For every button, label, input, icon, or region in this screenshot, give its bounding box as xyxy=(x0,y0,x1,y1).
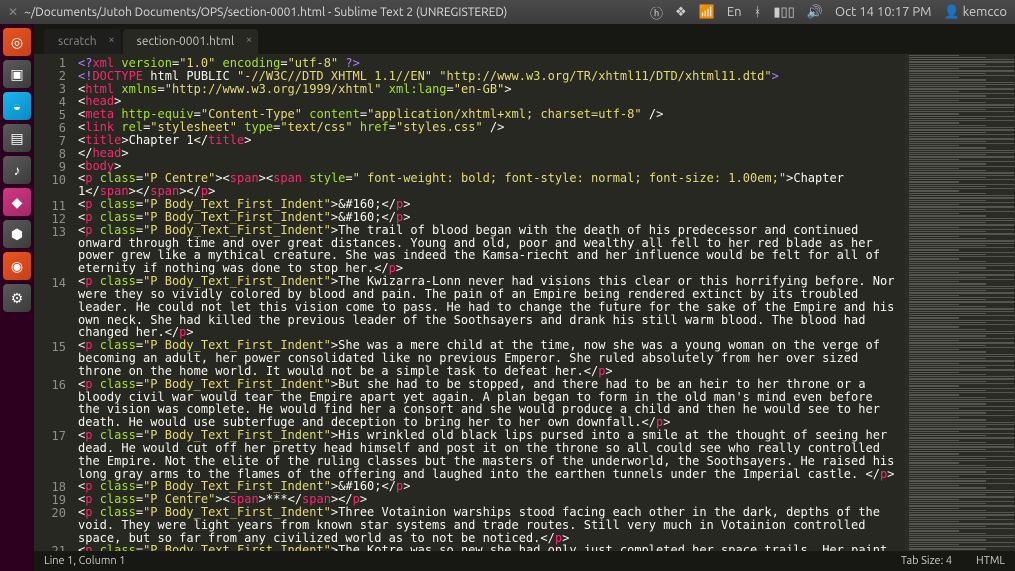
launcher-item-0[interactable]: ◎ xyxy=(3,28,31,56)
code-line-8[interactable]: </head> xyxy=(78,147,901,160)
code-line-10[interactable]: <p class="P Centre"><span><span style=" … xyxy=(78,172,901,198)
lang-indicator[interactable]: En xyxy=(727,5,742,19)
tab-bar: scratch×section-0001.html× xyxy=(34,24,1015,54)
minimap[interactable] xyxy=(905,54,1015,551)
code-line-14[interactable]: <p class="P Body_Text_First_Indent">The … xyxy=(78,275,901,339)
tab-section-0001-html[interactable]: section-0001.html× xyxy=(123,29,258,54)
battery-icon[interactable]: ▮▯▯ xyxy=(773,5,794,20)
launcher-item-7[interactable]: ◉ xyxy=(3,252,31,280)
close-icon[interactable]: × xyxy=(108,34,114,46)
code-line-7[interactable]: <title>Chapter 1</title> xyxy=(78,134,901,147)
window-title: ~/Documents/Jutoh Documents/OPS/section-… xyxy=(24,6,507,19)
code-line-3[interactable]: <html xmlns="http://www.w3.org/1999/xhtm… xyxy=(78,83,901,96)
status-bar: Line 1, Column 1 Tab Size: 4 HTML xyxy=(34,551,1015,571)
code-line-16[interactable]: <p class="P Body_Text_First_Indent">But … xyxy=(78,378,901,429)
wifi-icon[interactable]: 📶 xyxy=(699,5,715,20)
bluetooth-icon[interactable]: ᚼ xyxy=(754,5,762,19)
status-language[interactable]: HTML xyxy=(976,555,1005,567)
user-menu[interactable]: 👤 kemcco xyxy=(943,5,1007,20)
code-line-13[interactable]: <p class="P Body_Text_First_Indent">The … xyxy=(78,224,901,275)
line-number-gutter: 12345678910111213141516171819202122 xyxy=(34,54,74,551)
launcher-item-4[interactable]: ♪ xyxy=(3,156,31,184)
dropbox-icon[interactable]: ❖ xyxy=(675,5,687,20)
close-icon[interactable]: × xyxy=(246,34,252,46)
launcher-item-5[interactable]: ◆ xyxy=(3,188,31,216)
system-tray: ⓗ ❖ 📶 En ᚼ ▮▯▯ 🔊 Oct 14 10:17 PM 👤 kemcc… xyxy=(650,3,1007,22)
launcher-item-2[interactable]: ◒ xyxy=(3,92,31,120)
unity-launcher: ◎ ▣ ◒ ▤ ♪ ◆ ⬢ ◉ ⚙ xyxy=(0,24,34,571)
system-topbar: ✕ ~/Documents/Jutoh Documents/OPS/sectio… xyxy=(0,0,1015,24)
status-cursor[interactable]: Line 1, Column 1 xyxy=(44,555,125,567)
code-editor[interactable]: 12345678910111213141516171819202122 <?xm… xyxy=(34,54,1015,551)
clock[interactable]: Oct 14 10:17 PM xyxy=(835,5,931,19)
launcher-item-6[interactable]: ⬢ xyxy=(3,220,31,248)
launcher-item-8[interactable]: ⚙ xyxy=(3,284,31,312)
tab-scratch[interactable]: scratch× xyxy=(44,29,121,54)
status-tabsize[interactable]: Tab Size: 4 xyxy=(901,555,952,567)
code-line-21[interactable]: <p class="P Body_Text_First_Indent">The … xyxy=(78,544,901,551)
code-line-17[interactable]: <p class="P Body_Text_First_Indent">His … xyxy=(78,429,901,480)
code-text-area[interactable]: <?xml version="1.0" encoding="utf-8" ?><… xyxy=(74,54,905,551)
ubuntu-close-icon[interactable]: ✕ xyxy=(8,5,18,19)
launcher-item-1[interactable]: ▣ xyxy=(3,60,31,88)
volume-icon[interactable]: 🔊 xyxy=(807,5,823,20)
code-line-15[interactable]: <p class="P Body_Text_First_Indent">She … xyxy=(78,339,901,377)
hp-icon[interactable]: ⓗ xyxy=(650,3,663,22)
code-line-20[interactable]: <p class="P Body_Text_First_Indent">Thre… xyxy=(78,506,901,544)
launcher-item-3[interactable]: ▤ xyxy=(3,124,31,152)
